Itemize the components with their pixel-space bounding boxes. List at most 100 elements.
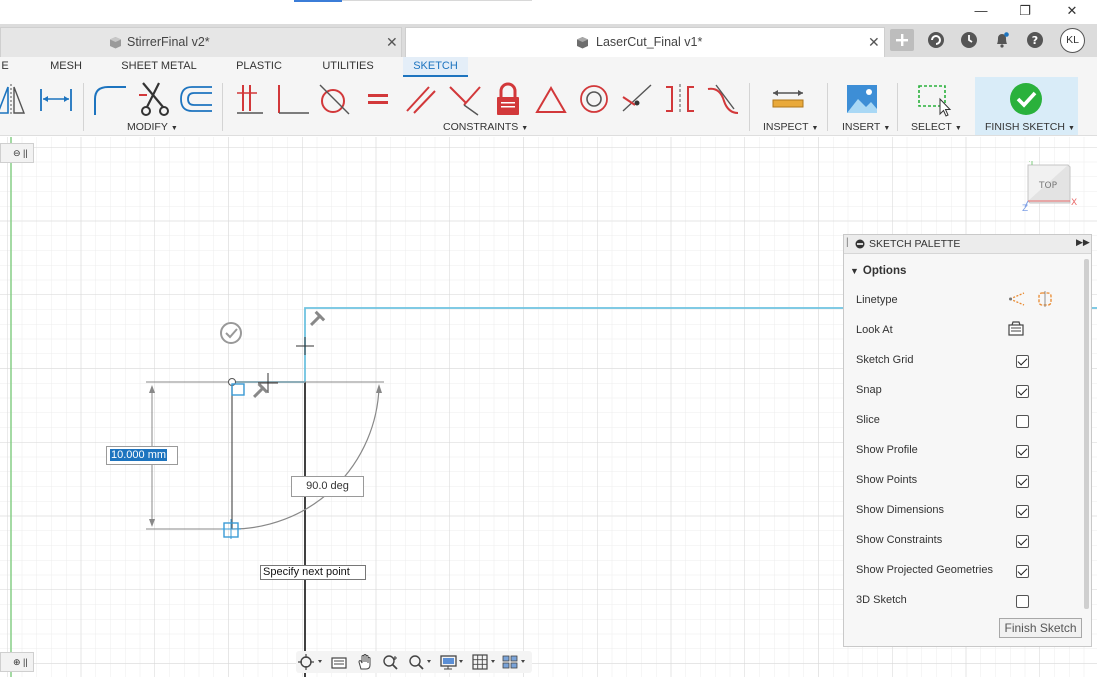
snap-label: Snap [856, 384, 882, 396]
zoom-window-icon[interactable] [408, 654, 434, 670]
ribbon-separator [897, 83, 898, 131]
trim-scissors-icon[interactable] [137, 81, 173, 117]
show-dimensions-checkbox[interactable] [1016, 505, 1029, 518]
fillet-icon[interactable] [92, 81, 128, 117]
horizontal-vertical-constraint-icon[interactable] [233, 81, 269, 117]
select-window-icon[interactable] [916, 81, 952, 117]
angle-input-box[interactable]: 90.0 deg [291, 476, 364, 497]
restore-button[interactable]: ❐ [1014, 2, 1036, 20]
viewcube-top-face[interactable]: TOP [1038, 181, 1058, 191]
navigation-bar [296, 651, 532, 673]
axis-x-label: X [1071, 198, 1077, 208]
tab-utilities[interactable]: UTILITIES [318, 57, 378, 77]
collinear-constraint-icon[interactable] [446, 81, 482, 117]
palette-expand-icon[interactable]: ▶▶ [1076, 237, 1090, 248]
tab-mesh[interactable]: MESH [44, 57, 88, 77]
finish-sketch-group[interactable]: FINISH SKETCH ▼ [975, 77, 1078, 135]
show-profile-checkbox[interactable] [1016, 445, 1029, 458]
ribbon-tab-bar: E MESH SHEET METAL PLASTIC UTILITIES SKE… [0, 57, 1097, 77]
mirror-icon[interactable] [0, 81, 30, 117]
tangent-constraint-icon[interactable] [316, 81, 352, 117]
finish-sketch-button[interactable]: Finish Sketch [999, 618, 1082, 638]
show-constraints-checkbox[interactable] [1016, 535, 1029, 548]
show-points-label: Show Points [856, 474, 918, 486]
job-status-icon[interactable] [957, 29, 981, 51]
zoom-icon[interactable] [382, 654, 400, 670]
palette-title: SKETCH PALETTE [869, 238, 961, 250]
browser-collapse-button[interactable]: ⊖ || [0, 143, 34, 163]
coincident-constraint-icon[interactable] [619, 81, 655, 117]
concentric-constraint-icon[interactable] [576, 81, 612, 117]
sketch-canvas[interactable]: ⊖ || ⊕ || 10.000 mm 90.0 deg Specify nex… [0, 137, 1097, 677]
constraints-group-label[interactable]: CONSTRAINTS ▼ [443, 121, 528, 133]
tab-sketch[interactable]: SKETCH [403, 57, 468, 77]
insert-group-label[interactable]: INSERT ▼ [842, 121, 890, 133]
show-points-checkbox[interactable] [1016, 475, 1029, 488]
chevron-down-icon[interactable]: ▼ [850, 266, 859, 276]
display-settings-icon[interactable] [440, 654, 466, 670]
3d-sketch-checkbox[interactable] [1016, 595, 1029, 608]
palette-header[interactable]: | SKETCH PALETTE ▶▶ [844, 235, 1091, 254]
axis-y-label: Y [1027, 161, 1032, 164]
tab-stirrerfinal[interactable]: StirrerFinal v2* ✕ [0, 27, 402, 57]
help-icon[interactable]: ? [1023, 29, 1047, 51]
show-projected-geometries-checkbox[interactable] [1016, 565, 1029, 578]
look-at-nav-icon[interactable] [330, 654, 348, 670]
palette-collapse-icon[interactable] [855, 239, 865, 249]
tab-close-icon[interactable]: ✕ [386, 34, 398, 51]
measure-ruler-icon[interactable] [770, 81, 806, 117]
user-avatar[interactable]: KL [1060, 28, 1085, 53]
symmetry-constraint-icon[interactable] [662, 81, 698, 117]
parallel-constraint-icon[interactable] [403, 81, 439, 117]
curvature-constraint-icon[interactable] [704, 81, 740, 117]
tab-lasercut-final[interactable]: LaserCut_Final v1* ✕ [405, 27, 885, 57]
insert-image-icon[interactable] [844, 81, 880, 117]
look-at-icon[interactable] [1007, 321, 1025, 337]
new-tab-plus-icon[interactable] [890, 29, 914, 51]
snap-checkbox[interactable] [1016, 385, 1029, 398]
tab-close-icon[interactable]: ✕ [868, 34, 880, 51]
show-dimensions-label: Show Dimensions [856, 504, 945, 516]
sketch-grid-checkbox[interactable] [1016, 355, 1029, 368]
perpendicular-constraint-icon[interactable] [275, 81, 311, 117]
comments-expand-button[interactable]: ⊕ || [0, 652, 34, 672]
tab-sheet-metal[interactable]: SHEET METAL [118, 57, 200, 77]
select-group-label[interactable]: SELECT ▼ [911, 121, 962, 133]
extensions-icon[interactable] [924, 29, 948, 51]
inspect-group-label[interactable]: INSPECT ▼ [763, 121, 818, 133]
modify-group-label[interactable]: MODIFY ▼ [127, 121, 178, 133]
finish-sketch-check-icon[interactable] [1008, 81, 1044, 117]
notifications-icon[interactable] [990, 29, 1014, 51]
slice-checkbox[interactable] [1016, 415, 1029, 428]
component-cube-icon [110, 37, 121, 49]
dimension-input-box[interactable]: 10.000 mm [106, 446, 178, 465]
minimize-button[interactable]: — [970, 2, 992, 20]
tab-plastic[interactable]: PLASTIC [230, 57, 288, 77]
equal-constraint-icon[interactable] [360, 81, 396, 117]
pan-hand-icon[interactable] [356, 654, 374, 670]
centerline-linetype-icon[interactable] [1036, 291, 1054, 307]
viewports-icon[interactable] [502, 654, 530, 670]
document-tab-bar: StirrerFinal v2* ✕ LaserCut_Final v1* ✕ [0, 24, 1097, 57]
fix-lock-icon[interactable] [490, 81, 526, 117]
orbit-icon[interactable] [298, 654, 326, 670]
construction-linetype-icon[interactable] [1008, 291, 1026, 307]
close-window-button[interactable]: ✕ [1061, 2, 1083, 20]
angle-input-value[interactable]: 90.0 deg [306, 480, 349, 492]
cursor-tooltip: Specify next point [260, 565, 366, 580]
ribbon-separator [749, 83, 750, 131]
fusion-app-window: — ❐ ✕ StirrerFinal v2* ✕ LaserCut_Final … [0, 0, 1097, 677]
midpoint-triangle-icon[interactable] [533, 81, 569, 117]
sketch-dimension-icon[interactable] [38, 81, 74, 117]
tab-surface[interactable]: E [0, 57, 10, 77]
palette-scrollbar[interactable] [1084, 259, 1089, 609]
finish-sketch-label[interactable]: FINISH SKETCH ▼ [985, 121, 1075, 133]
grid-snaps-icon[interactable] [472, 654, 498, 670]
offset-icon[interactable] [178, 81, 214, 117]
options-section-header[interactable]: ▼ Options [850, 265, 906, 277]
viewcube[interactable]: TOP X Z Y [1022, 161, 1082, 211]
component-cube-icon [577, 37, 588, 49]
palette-grip-icon[interactable]: | [846, 237, 849, 248]
dimension-input-value[interactable]: 10.000 mm [110, 449, 168, 461]
title-accent-line [294, 0, 342, 2]
